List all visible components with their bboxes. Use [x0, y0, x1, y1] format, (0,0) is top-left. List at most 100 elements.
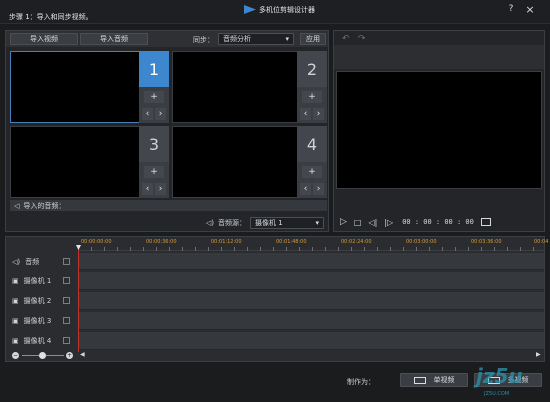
chevron-left-icon[interactable]: ‹	[300, 183, 311, 195]
ruler-tick-5: 00:03:00:00	[406, 239, 437, 245]
fullscreen-icon[interactable]	[480, 218, 491, 226]
make-label: 制作为：	[347, 378, 375, 386]
help-button[interactable]: ?	[505, 3, 517, 15]
chevron-left-icon[interactable]: ‹	[142, 108, 153, 120]
sync-label: 同步：	[193, 36, 214, 44]
sync-dropdown[interactable]: 音频分析 ▾	[218, 33, 294, 45]
add-icon[interactable]: +	[302, 91, 322, 103]
track-header-camera-4: ▣ 摄像机 4	[6, 332, 78, 350]
audio-source-dropdown[interactable]: 摄像机 1 ▾	[250, 217, 324, 229]
track-lane-audio[interactable]	[78, 253, 544, 270]
ruler-tick-2: 00:01:12:00	[211, 239, 242, 245]
chevron-right-icon[interactable]: ›	[155, 108, 166, 120]
imported-audio-bar: ◁ 导入的音频：	[10, 200, 327, 211]
import-video-button[interactable]: 导入视频	[10, 33, 78, 45]
scroll-right-icon[interactable]: ▶	[536, 351, 541, 358]
step-label: 步骤 1：导入和同步视频。	[9, 13, 93, 21]
camera-icon: ▣	[12, 337, 19, 345]
track-lane-camera-2[interactable]	[78, 292, 544, 310]
audio-source-value: 摄像机 1	[255, 219, 283, 227]
camera-icon: ▣	[12, 297, 19, 305]
camera-icon: ▣	[12, 277, 19, 285]
horizontal-scrollbar[interactable]	[78, 352, 544, 360]
add-icon[interactable]: +	[302, 166, 322, 178]
footer: 制作为： 单视频 多视频 jz5u JZ5U.COM	[0, 364, 550, 402]
ruler-tick-4: 00:02:24:00	[341, 239, 372, 245]
redo-icon[interactable]: ↷	[358, 34, 366, 44]
watermark-logo: jz5u JZ5U.COM	[470, 364, 530, 400]
audio-source-row: ◁) 音频源： 摄像机 1 ▾	[6, 215, 328, 231]
track-checkbox[interactable]	[63, 297, 70, 304]
sync-value: 音频分析	[223, 35, 251, 43]
add-icon[interactable]: +	[144, 91, 164, 103]
chevron-left-icon[interactable]: ‹	[300, 108, 311, 120]
track-header-camera-2: ▣ 摄像机 2	[6, 292, 78, 310]
chevron-right-icon[interactable]: ›	[313, 108, 324, 120]
track-label: 摄像机 1	[23, 277, 52, 285]
apply-button[interactable]: 应用	[300, 33, 326, 45]
timeline: 00:00:00:00 00:00:36:00 00:01:12:00 00:0…	[5, 236, 549, 362]
camera-4-controls: 4 + ‹ ›	[297, 126, 327, 198]
camera-4-number[interactable]: 4	[297, 126, 327, 162]
chevron-left-icon[interactable]: ‹	[142, 183, 153, 195]
zoom-out-icon[interactable]: −	[12, 352, 19, 359]
single-video-button[interactable]: 单视频	[400, 373, 468, 387]
next-frame-icon[interactable]: |▷	[384, 218, 393, 227]
track-header-camera-3: ▣ 摄像机 3	[6, 312, 78, 330]
speaker-icon: ◁)	[205, 219, 214, 227]
track-label: 音频	[25, 257, 40, 266]
track-checkbox[interactable]	[63, 337, 70, 344]
track-label: 摄像机 2	[23, 297, 52, 305]
camera-2-controls: 2 + ‹ ›	[297, 51, 327, 123]
camera-3-controls: 3 + ‹ ›	[139, 126, 169, 198]
preview-panel: ↶ ↷ ▷ □ ◁| |▷ 00 : 00 : 00 : 00	[333, 30, 545, 232]
preview-video	[336, 71, 542, 189]
undo-icon[interactable]: ↶	[342, 34, 350, 44]
previous-frame-icon[interactable]: ◁|	[368, 218, 377, 227]
window-title: 多机位剪辑设计器	[259, 6, 315, 14]
track-label: 摄像机 4	[23, 337, 52, 345]
zoom-in-icon[interactable]: +	[66, 352, 73, 359]
camera-1-controls: 1 + ‹ ›	[139, 51, 169, 123]
imported-audio-label: 导入的音频：	[23, 201, 66, 210]
single-video-label: 单视频	[433, 376, 455, 384]
zoom-slider-handle[interactable]	[39, 352, 46, 359]
playhead[interactable]	[78, 247, 79, 353]
chevron-down-icon: ▾	[315, 219, 319, 227]
timecode: 00 : 00 : 00 : 00	[402, 218, 474, 226]
track-checkbox[interactable]	[63, 258, 70, 265]
track-lane-camera-3[interactable]	[78, 312, 544, 330]
stop-icon[interactable]: □	[354, 218, 362, 227]
camera-2-number[interactable]: 2	[297, 51, 327, 87]
track-lane-camera-1[interactable]	[78, 272, 544, 290]
camera-1-number[interactable]: 1	[139, 51, 169, 87]
track-lane-camera-4[interactable]	[78, 332, 544, 350]
track-checkbox[interactable]	[63, 277, 70, 284]
ruler-ticks	[78, 247, 544, 251]
camera-3-number[interactable]: 3	[139, 126, 169, 162]
chevron-right-icon[interactable]: ›	[155, 183, 166, 195]
camera-toolbar: 导入视频 导入音频 同步： 音频分析 ▾ 应用	[6, 31, 328, 47]
watermark-text: jz5u	[476, 364, 523, 388]
scroll-left-icon[interactable]: ◀	[80, 351, 85, 358]
speaker-icon: ◁	[14, 201, 20, 210]
film-icon	[413, 376, 426, 384]
title-bar: 多机位剪辑设计器 ? × 步骤 1：导入和同步视频。	[0, 0, 550, 24]
ruler-tick-1: 00:00:36:00	[146, 239, 177, 245]
ruler-tick-7: 00:04	[534, 239, 549, 245]
track-header-camera-1: ▣ 摄像机 1	[6, 272, 78, 290]
import-audio-button[interactable]: 导入音频	[80, 33, 148, 45]
audio-source-label: 音频源：	[218, 219, 246, 227]
preview-header-bar	[334, 45, 544, 69]
ruler-tick-6: 00:03:36:00	[471, 239, 502, 245]
chevron-right-icon[interactable]: ›	[313, 183, 324, 195]
camera-panel: 导入视频 导入音频 同步： 音频分析 ▾ 应用 1 + ‹ › 2 + ‹ › …	[5, 30, 329, 232]
watermark-url: JZ5U.COM	[484, 391, 510, 397]
speaker-icon: ◁)	[12, 257, 21, 266]
app-logo-icon	[244, 5, 256, 14]
add-icon[interactable]: +	[144, 166, 164, 178]
track-header-audio: ◁) 音频	[6, 253, 78, 270]
track-checkbox[interactable]	[63, 317, 70, 324]
play-icon[interactable]: ▷	[340, 217, 347, 227]
close-button[interactable]: ×	[523, 3, 537, 16]
